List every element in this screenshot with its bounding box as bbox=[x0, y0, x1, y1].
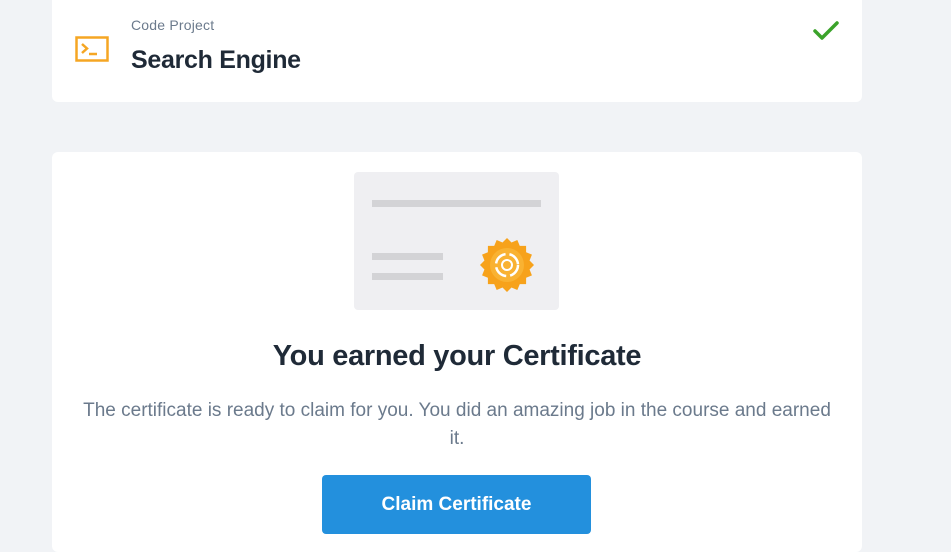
certificate-line bbox=[372, 200, 541, 207]
certificate-card: You earned your Certificate The certific… bbox=[52, 152, 862, 552]
certificate-icon bbox=[354, 172, 559, 310]
certificate-line bbox=[372, 253, 443, 260]
seal-icon bbox=[480, 238, 534, 292]
certificate-line bbox=[372, 273, 443, 280]
claim-certificate-button[interactable]: Claim Certificate bbox=[322, 475, 591, 534]
checkmark-icon bbox=[813, 21, 839, 40]
project-title: Search Engine bbox=[131, 46, 301, 74]
project-card[interactable]: Code Project Search Engine bbox=[52, 0, 862, 102]
certificate-description: The certificate is ready to claim for yo… bbox=[83, 400, 831, 449]
terminal-icon bbox=[75, 36, 109, 62]
certificate-heading: You earned your Certificate bbox=[272, 340, 642, 372]
project-type-label: Code Project bbox=[131, 17, 215, 33]
